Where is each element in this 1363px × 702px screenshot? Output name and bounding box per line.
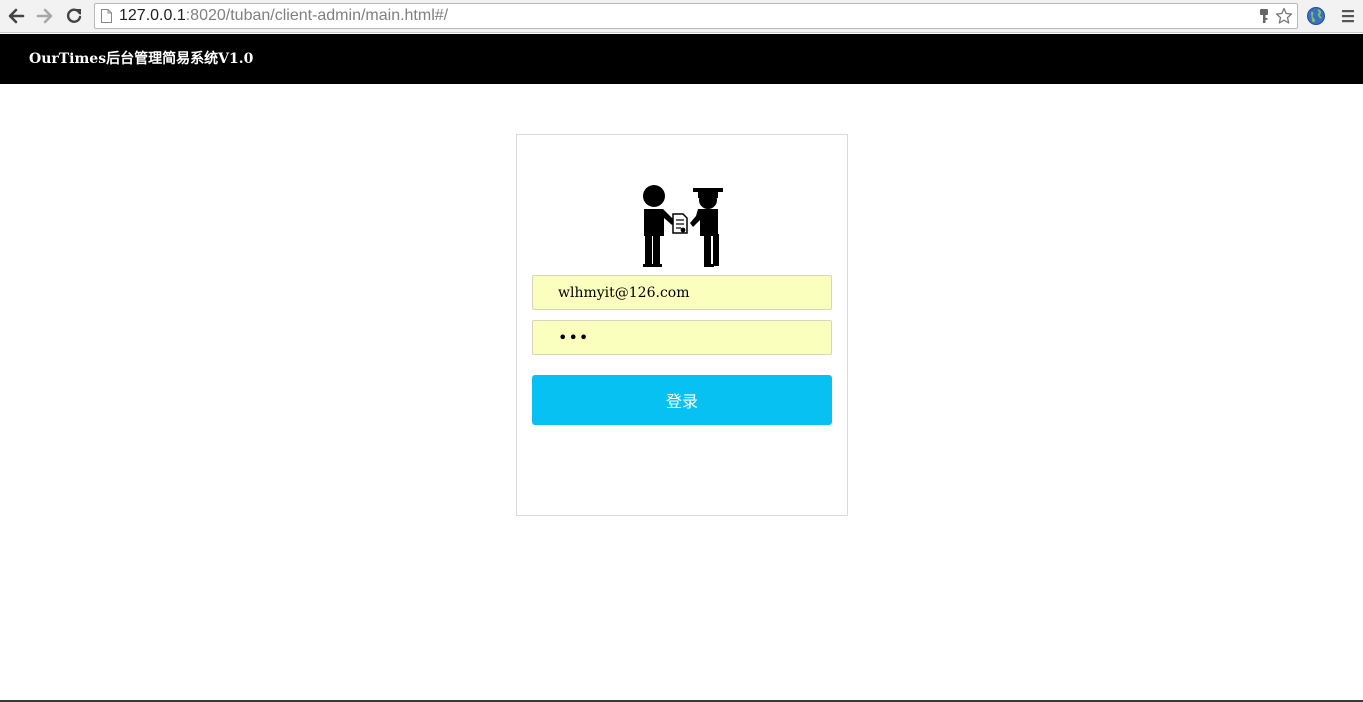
password-field[interactable]	[532, 320, 832, 355]
forward-arrow-icon[interactable]	[34, 5, 56, 27]
email-field[interactable]	[532, 275, 832, 310]
reload-icon[interactable]	[63, 5, 85, 27]
login-button[interactable]: 登录	[532, 375, 832, 425]
hamburger-menu-icon[interactable]	[1337, 5, 1359, 27]
url-host: 127.0.0.1	[119, 7, 186, 24]
page-icon	[101, 9, 112, 23]
key-icon[interactable]	[1255, 7, 1273, 25]
url-path: :8020/tuban/client-admin/main.html#/	[185, 7, 449, 24]
url-text: 127.0.0.1:8020/tuban/client-admin/main.h…	[119, 6, 448, 26]
globe-icon[interactable]	[1305, 5, 1327, 27]
app-header: OurTimes后台管理简易系统V1.0	[0, 34, 1363, 84]
login-card: 登录	[516, 134, 848, 516]
app-title: OurTimes后台管理简易系统V1.0	[29, 51, 254, 67]
star-icon[interactable]	[1275, 7, 1293, 25]
browser-toolbar: 127.0.0.1:8020/tuban/client-admin/main.h…	[0, 0, 1363, 33]
graduation-handshake-logo	[643, 185, 723, 267]
back-arrow-icon[interactable]	[5, 5, 27, 27]
address-bar[interactable]: 127.0.0.1:8020/tuban/client-admin/main.h…	[94, 3, 1298, 29]
